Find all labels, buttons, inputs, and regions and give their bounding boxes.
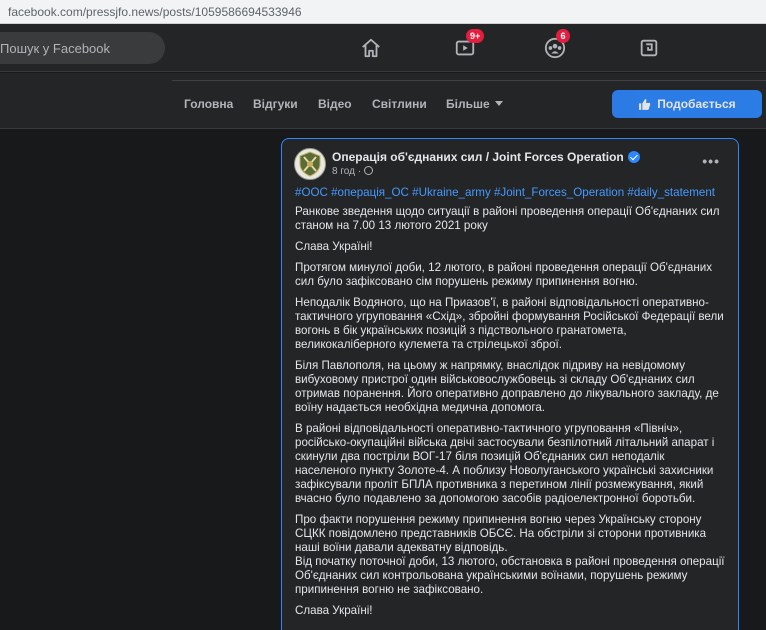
url-text[interactable]: facebook.com/pressjfo.news/posts/1059586… — [8, 5, 302, 19]
page-name-text[interactable]: Операція об'єднаних сил / Joint Forces O… — [332, 150, 624, 164]
post-hashtags[interactable]: #ООС #операція_ОС #Ukraine_army #Joint_F… — [295, 186, 727, 200]
tab-more-label: Більше — [446, 97, 490, 111]
tab-home[interactable]: Головна — [184, 97, 233, 111]
tab-more[interactable]: Більше — [446, 97, 503, 111]
post-paragraph: В районі відповідальності оперативно-так… — [295, 422, 715, 505]
groups-icon[interactable]: 6 — [540, 29, 570, 62]
groups-badge: 6 — [556, 29, 570, 43]
post-timestamp[interactable]: 8 год · — [332, 166, 374, 177]
home-icon[interactable] — [356, 34, 386, 62]
gaming-icon[interactable] — [634, 34, 664, 62]
post-paragraph: Біля Павлополя, на цьому ж напрямку, вна… — [295, 359, 719, 414]
watch-icon[interactable]: 9+ — [450, 29, 485, 62]
tab-reviews[interactable]: Відгуки — [253, 97, 298, 111]
page-avatar[interactable] — [294, 148, 326, 180]
post-paragraph: Слава Україні! — [295, 240, 373, 253]
verified-badge-icon — [627, 151, 640, 163]
facebook-top-nav: Пошук у Facebook 9+ 6 — [0, 24, 766, 72]
post-time-text[interactable]: 8 год · — [332, 166, 361, 177]
caret-down-icon — [494, 101, 503, 106]
post-card: Операція об'єднаних сил / Joint Forces O… — [281, 138, 739, 630]
post-paragraph: Про факти порушення режиму припинення во… — [295, 513, 725, 596]
page-name[interactable]: Операція об'єднаних сил / Joint Forces O… — [332, 150, 640, 164]
tab-photos[interactable]: Світлини — [372, 97, 427, 111]
tab-videos[interactable]: Відео — [318, 97, 352, 111]
post-body: #ООС #операція_ОС #Ukraine_army #Joint_F… — [295, 186, 727, 625]
search-input[interactable]: Пошук у Facebook — [0, 32, 165, 64]
watch-badge: 9+ — [466, 29, 485, 43]
more-options-icon[interactable]: ••• — [702, 153, 720, 169]
thumbs-up-icon — [639, 98, 651, 110]
globe-icon — [364, 166, 374, 175]
post-paragraph: Слава Україні! — [295, 604, 373, 617]
search-placeholder: Пошук у Facebook — [0, 41, 111, 56]
like-button-label: Подобається — [657, 97, 736, 111]
post-paragraph: Протягом минулої доби, 12 лютого, в райо… — [295, 261, 713, 288]
page-navigation: Головна Відгуки Відео Світлини Більше По… — [0, 73, 766, 129]
browser-address-bar[interactable]: facebook.com/pressjfo.news/posts/1059586… — [0, 0, 766, 24]
like-page-button[interactable]: Подобається — [612, 90, 762, 118]
cover-divider — [172, 80, 766, 81]
post-paragraph: Неподалік Водяного, що на Приазов'ї, в р… — [295, 296, 724, 351]
emblem-icon — [299, 151, 321, 177]
post-paragraph: Ранкове зведення щодо ситуації в районі … — [295, 205, 720, 232]
